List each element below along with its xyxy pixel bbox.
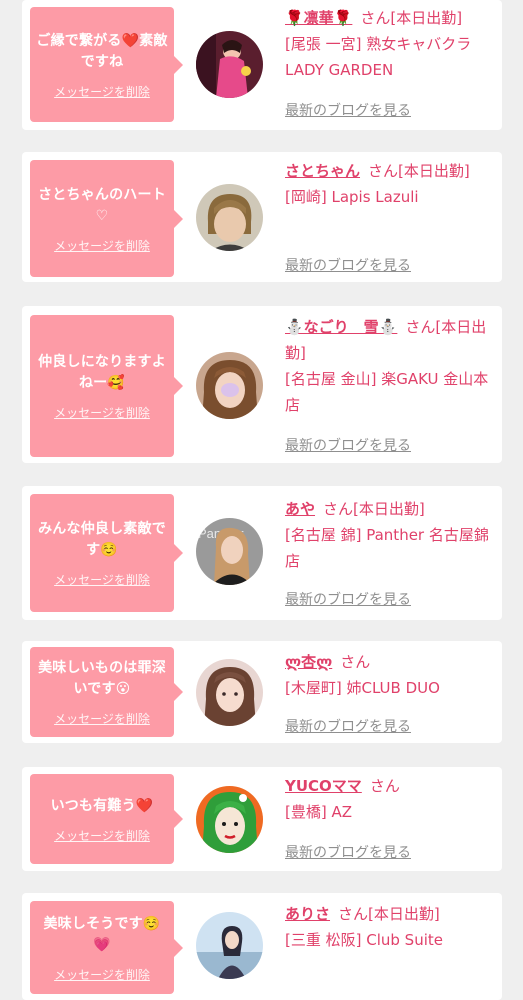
- shop-info: [名古屋 金山] 楽GAKU 金山本店: [285, 370, 489, 414]
- message-text: さとちゃんのハート♡: [38, 186, 166, 224]
- message-bubble: 美味しそうです☺️💗 メッセージを削除: [30, 901, 183, 994]
- message-bubble: いつも有難う❤️ メッセージを削除: [30, 774, 183, 864]
- sender-info: さとちゃん さん[本日出勤] [岡崎] Lapis Lazuli: [285, 158, 499, 210]
- sender-suffix: さん[本日出勤]: [368, 162, 470, 180]
- sender-info: あや さん[本日出勤] [名古屋 錦] Panther 名古屋錦店: [285, 496, 499, 574]
- message-text: みんな仲良し素敵です☺️: [38, 521, 166, 558]
- delete-message-link[interactable]: メッセージを削除: [54, 239, 150, 253]
- list-item: いつも有難う❤️ メッセージを削除 YUCOママ さん [豊橋] AZ 最新のブロ…: [22, 767, 502, 871]
- shop-info: [三重 松阪] Club Suite: [285, 931, 443, 949]
- message-list: ご縁で繋がる❤️素敵ですね メッセージを削除 🌹凛華🌹 さん[本日出勤] [尾張 …: [0, 0, 523, 1000]
- avatar-arisa-icon: [196, 912, 263, 979]
- avatar-nagori-icon: [196, 352, 263, 419]
- avatar-an-icon: [196, 659, 263, 726]
- sender-name-link[interactable]: ⛄なごり 雪⛄: [285, 318, 397, 336]
- sender-suffix: さん: [340, 653, 371, 671]
- avatar[interactable]: [196, 31, 263, 98]
- list-item: 仲良しになりますよねー🥰 メッセージを削除 ⛄なごり 雪⛄ さん[本日出勤] [名…: [22, 306, 502, 463]
- message-text: 美味しいものは罪深いです😮: [38, 660, 166, 697]
- sender-suffix: さん[本日出勤]: [338, 905, 440, 923]
- sender-info: ლ杏ლ さん [木屋町] 姉CLUB DUO: [285, 649, 499, 701]
- message-text: 仲良しになりますよねー🥰: [38, 354, 166, 391]
- delete-message-link[interactable]: メッセージを削除: [54, 573, 150, 587]
- blog-link[interactable]: 最新のブログを見る: [285, 589, 411, 609]
- sender-name-link[interactable]: さとちゃん: [285, 162, 360, 180]
- blog-link[interactable]: 最新のブログを見る: [285, 842, 411, 862]
- shop-info: [尾張 一宮] 熟女キャバクラ LADY GARDEN: [285, 35, 472, 79]
- avatar[interactable]: [196, 659, 263, 726]
- avatar[interactable]: [196, 184, 263, 251]
- sender-suffix: さん: [369, 777, 400, 795]
- blog-link[interactable]: 最新のブログを見る: [285, 716, 411, 736]
- avatar-aya-icon: Panther: [196, 518, 263, 585]
- sender-info: ⛄なごり 雪⛄ さん[本日出勤] [名古屋 金山] 楽GAKU 金山本店: [285, 314, 499, 418]
- delete-message-link[interactable]: メッセージを削除: [54, 829, 150, 843]
- blog-link[interactable]: 最新のブログを見る: [285, 255, 411, 275]
- message-text: 美味しそうです☺️💗: [43, 915, 161, 953]
- delete-message-link[interactable]: メッセージを削除: [54, 968, 150, 982]
- message-bubble: みんな仲良し素敵です☺️ メッセージを削除: [30, 494, 183, 612]
- sender-name-link[interactable]: 🌹凛華🌹: [285, 9, 352, 27]
- delete-message-link[interactable]: メッセージを削除: [54, 712, 150, 726]
- avatar-satochan-icon: [196, 184, 263, 251]
- blog-link[interactable]: 最新のブログを見る: [285, 435, 411, 455]
- sender-suffix: さん[本日出勤]: [360, 9, 463, 27]
- message-bubble: ご縁で繋がる❤️素敵ですね メッセージを削除: [30, 7, 183, 122]
- message-text: ご縁で繋がる❤️素敵ですね: [36, 32, 168, 70]
- sender-name-link[interactable]: YUCOママ: [285, 777, 362, 795]
- sender-name-link[interactable]: あや: [285, 500, 315, 518]
- shop-info: [木屋町] 姉CLUB DUO: [285, 679, 440, 697]
- avatar[interactable]: Panther: [196, 518, 263, 585]
- list-item: 美味しそうです☺️💗 メッセージを削除 ありさ さん[本日出勤] [三重 松阪] …: [22, 893, 502, 1000]
- message-bubble: 美味しいものは罪深いです😮 メッセージを削除: [30, 647, 183, 737]
- list-item: 美味しいものは罪深いです😮 メッセージを削除 ლ杏ლ さん [木屋町] 姉CLUB…: [22, 641, 502, 743]
- sender-name-link[interactable]: ありさ: [285, 905, 330, 923]
- message-bubble: 仲良しになりますよねー🥰 メッセージを削除: [30, 315, 183, 457]
- list-item: さとちゃんのハート♡ メッセージを削除 さとちゃん さん[本日出勤] [岡崎] L…: [22, 152, 502, 282]
- sender-info: ありさ さん[本日出勤] [三重 松阪] Club Suite: [285, 901, 499, 953]
- sender-info: YUCOママ さん [豊橋] AZ: [285, 773, 499, 825]
- blog-link[interactable]: 最新のブログを見る: [285, 100, 411, 120]
- avatar[interactable]: [196, 912, 263, 979]
- avatar-yuco-icon: [196, 786, 263, 853]
- list-item: ご縁で繋がる❤️素敵ですね メッセージを削除 🌹凛華🌹 さん[本日出勤] [尾張 …: [22, 0, 502, 130]
- message-text: いつも有難う❤️: [50, 797, 154, 814]
- delete-message-link[interactable]: メッセージを削除: [54, 406, 150, 420]
- sender-suffix: さん[本日出勤]: [323, 500, 425, 518]
- list-item: みんな仲良し素敵です☺️ メッセージを削除 Panther あやさん[本日出勤]…: [22, 486, 502, 620]
- avatar[interactable]: [196, 352, 263, 419]
- shop-info: [名古屋 錦] Panther 名古屋錦店: [285, 526, 489, 570]
- shop-info: [岡崎] Lapis Lazuli: [285, 188, 419, 206]
- shop-info: [豊橋] AZ: [285, 803, 353, 821]
- avatar[interactable]: [196, 786, 263, 853]
- message-bubble: さとちゃんのハート♡ メッセージを削除: [30, 160, 183, 277]
- avatar-rinka-icon: [196, 31, 263, 98]
- delete-message-link[interactable]: メッセージを削除: [54, 85, 150, 99]
- sender-name-link[interactable]: ლ杏ლ: [285, 653, 332, 671]
- sender-info: 🌹凛華🌹 さん[本日出勤] [尾張 一宮] 熟女キャバクラ LADY GARDEN: [285, 5, 499, 83]
